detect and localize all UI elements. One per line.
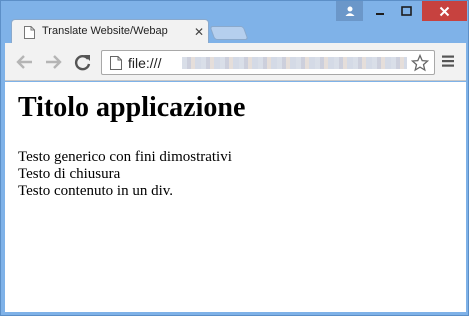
user-icon[interactable] bbox=[336, 1, 363, 21]
address-text: file:/// bbox=[128, 55, 162, 71]
page-icon bbox=[110, 56, 122, 70]
tab-strip: Translate Website/Webap ✕ bbox=[1, 1, 468, 44]
page-content: Titolo applicazione Testo generico con f… bbox=[5, 82, 466, 312]
page-title: Titolo applicazione bbox=[18, 92, 246, 123]
text-line-generic: Testo generico con fini dimostrativi bbox=[18, 149, 232, 165]
hamburger-menu-icon[interactable] bbox=[441, 54, 455, 68]
page-icon bbox=[24, 26, 35, 39]
new-tab-button[interactable] bbox=[209, 26, 249, 40]
maximize-icon[interactable] bbox=[393, 1, 420, 21]
reload-icon[interactable] bbox=[73, 53, 93, 71]
tab-translate-website[interactable]: Translate Website/Webap ✕ bbox=[11, 19, 209, 44]
tab-title: Translate Website/Webap bbox=[42, 25, 168, 37]
star-icon[interactable] bbox=[411, 54, 429, 72]
arrow-right-icon[interactable] bbox=[43, 53, 63, 71]
text-line-closing: Testo di chiusura bbox=[18, 166, 121, 182]
arrow-left-icon[interactable] bbox=[15, 53, 35, 71]
address-redacted bbox=[182, 57, 407, 69]
browser-toolbar: file:/// bbox=[5, 43, 466, 81]
window-close-icon[interactable] bbox=[422, 1, 467, 21]
browser-window: Translate Website/Webap ✕ file:/// Titol… bbox=[0, 0, 469, 316]
minimize-icon[interactable] bbox=[366, 1, 393, 21]
address-bar[interactable]: file:/// bbox=[101, 50, 435, 75]
close-icon[interactable]: ✕ bbox=[192, 24, 206, 40]
text-line-div: Testo contenuto in un div. bbox=[18, 183, 174, 199]
